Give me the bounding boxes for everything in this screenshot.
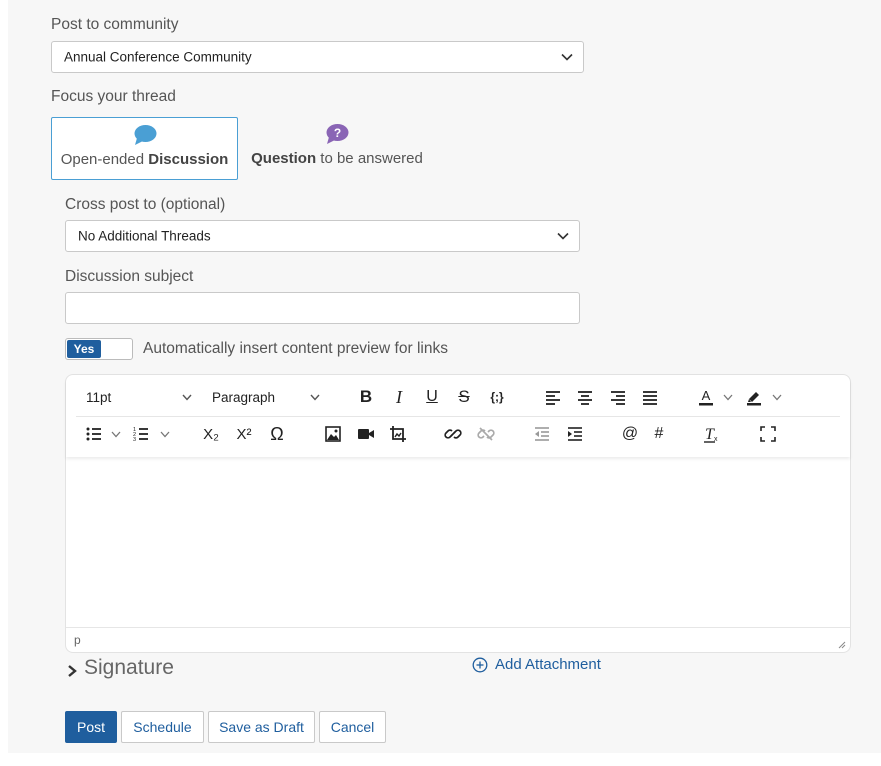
- svg-text:3: 3: [133, 437, 136, 443]
- signature-label: Signature: [84, 656, 174, 679]
- subject-input[interactable]: [65, 292, 580, 324]
- image-icon[interactable]: [322, 423, 344, 445]
- chevron-down-icon: [182, 394, 192, 401]
- bold-icon[interactable]: B: [355, 386, 377, 408]
- indent-icon[interactable]: [564, 423, 586, 445]
- focus-discussion-bold: Discussion: [148, 151, 229, 168]
- bullet-list-icon[interactable]: [83, 423, 105, 445]
- plus-circle-icon: [472, 657, 488, 673]
- toolbar-divider: [76, 416, 840, 417]
- crosspost-select[interactable]: No Additional Threads: [65, 220, 580, 252]
- cancel-button[interactable]: Cancel: [319, 711, 386, 743]
- hashtag-icon[interactable]: #: [648, 423, 670, 445]
- chevron-down-icon[interactable]: [111, 431, 121, 438]
- content-preview-toggle[interactable]: Yes: [65, 338, 133, 360]
- superscript-icon[interactable]: X²: [233, 423, 255, 445]
- block-format-value: Paragraph: [212, 390, 276, 405]
- resize-handle-icon[interactable]: [837, 640, 846, 649]
- chevron-down-icon[interactable]: [772, 394, 782, 401]
- media-icon[interactable]: [387, 423, 409, 445]
- strikethrough-icon[interactable]: S: [453, 386, 475, 408]
- focus-label: Focus your thread: [51, 88, 176, 105]
- crosspost-label: Cross post to (optional): [65, 196, 226, 213]
- numbered-list-icon[interactable]: 123: [130, 423, 152, 445]
- focus-discussion-prefix: Open-ended: [60, 151, 149, 168]
- editor-statusbar: p: [66, 627, 850, 652]
- add-attachment-label: Add Attachment: [495, 656, 601, 673]
- special-char-icon[interactable]: Ω: [266, 423, 288, 445]
- chevron-right-icon: [68, 665, 77, 677]
- align-justify-icon[interactable]: [639, 386, 661, 408]
- text-color-icon[interactable]: A: [695, 386, 717, 408]
- focus-discussion-option[interactable]: Open-ended Discussion: [51, 117, 238, 180]
- video-icon[interactable]: [355, 423, 377, 445]
- community-select[interactable]: Annual Conference Community: [51, 41, 584, 73]
- align-right-icon[interactable]: [607, 386, 629, 408]
- add-attachment-link[interactable]: Add Attachment: [472, 655, 622, 675]
- toggle-on-state: Yes: [67, 340, 101, 358]
- speech-bubble-icon: [134, 125, 157, 145]
- highlight-color-icon[interactable]: [743, 386, 765, 408]
- clear-format-icon[interactable]: Tx: [701, 423, 723, 445]
- focus-question-suffix: to be answered: [316, 150, 423, 167]
- community-label: Post to community: [51, 16, 179, 33]
- svg-text:A: A: [702, 388, 711, 403]
- link-icon[interactable]: [442, 423, 464, 445]
- focus-question-option[interactable]: ? Question to be answered: [240, 117, 434, 180]
- content-preview-label: Automatically insert content preview for…: [143, 340, 448, 357]
- unlink-icon[interactable]: [475, 423, 497, 445]
- focus-question-bold: Question: [251, 150, 317, 167]
- chevron-down-icon: [557, 232, 569, 240]
- subject-label: Discussion subject: [65, 268, 194, 285]
- editor-toolbar: 11pt Paragraph B I U S {;} A 1 2 3 X₂ X²…: [66, 375, 850, 457]
- element-path[interactable]: p: [74, 633, 81, 647]
- chevron-down-icon: [310, 394, 320, 401]
- chevron-down-icon: [561, 53, 573, 61]
- italic-icon[interactable]: I: [388, 386, 410, 408]
- subscript-icon[interactable]: X₂: [200, 423, 222, 445]
- schedule-button[interactable]: Schedule: [121, 711, 204, 743]
- mention-icon[interactable]: @: [619, 423, 641, 445]
- chevron-down-icon[interactable]: [723, 394, 733, 401]
- question-bubble-icon: ?: [326, 124, 349, 144]
- block-format-select[interactable]: Paragraph: [204, 385, 326, 411]
- post-button[interactable]: Post: [65, 711, 117, 743]
- svg-text:?: ?: [334, 126, 341, 140]
- chevron-down-icon[interactable]: [160, 431, 170, 438]
- crosspost-select-value: No Additional Threads: [78, 228, 211, 244]
- save-draft-button[interactable]: Save as Draft: [208, 711, 315, 743]
- editor-content-area[interactable]: [66, 459, 850, 629]
- font-size-value: 11pt: [86, 390, 112, 405]
- rich-text-editor: 11pt Paragraph B I U S {;} A 1 2 3 X₂ X²…: [65, 374, 851, 653]
- community-select-value: Annual Conference Community: [64, 49, 252, 65]
- font-size-select[interactable]: 11pt: [78, 385, 198, 411]
- outdent-icon[interactable]: [531, 423, 553, 445]
- fullscreen-icon[interactable]: [757, 423, 779, 445]
- align-left-icon[interactable]: [542, 386, 564, 408]
- align-center-icon[interactable]: [574, 386, 596, 408]
- underline-icon[interactable]: U: [421, 386, 443, 408]
- code-icon[interactable]: {;}: [486, 386, 508, 408]
